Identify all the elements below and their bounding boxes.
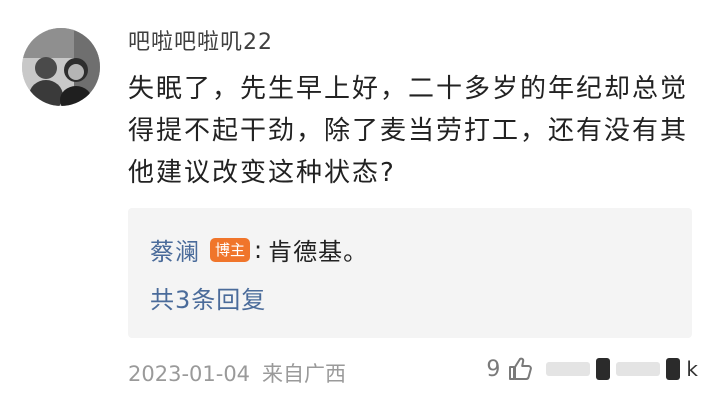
thumbs-up-icon[interactable] — [506, 355, 534, 383]
reply-preview[interactable]: 蔡澜 博主 : 肯德基。 共3条回复 — [128, 208, 692, 338]
top-reply: 蔡澜 博主 : 肯德基。 — [150, 232, 368, 267]
comment-card: 吧啦吧啦叽22 失眠了，先生早上好，二十多岁的年纪却总觉得提不起干劲，除了麦当劳… — [0, 0, 720, 400]
avatar[interactable] — [22, 28, 100, 106]
watermark: k — [546, 357, 698, 381]
watermark-text: k — [686, 357, 698, 381]
avatar-image — [22, 28, 100, 106]
comment-actions: 9 k — [486, 352, 698, 386]
watermark-block — [596, 358, 611, 380]
comment-location: 来自广西 — [262, 362, 347, 386]
watermark-block — [666, 358, 681, 380]
watermark-block — [546, 362, 591, 376]
comment-date: 2023-01-04 — [128, 362, 251, 386]
view-replies-link[interactable]: 共3条回复 — [150, 280, 266, 315]
watermark-block — [616, 362, 661, 376]
like-count: 9 — [486, 356, 501, 382]
reply-author[interactable]: 蔡澜 — [150, 232, 200, 267]
blogger-badge: 博主 — [210, 237, 251, 262]
reply-content: 肯德基。 — [268, 238, 369, 266]
comment-text: 失眠了，先生早上好，二十多岁的年纪却总觉得提不起干劲，除了麦当劳打工，还有没有其… — [128, 74, 689, 188]
comment-meta: 2023-01-04 来自广西 — [128, 358, 346, 388]
reply-separator: : — [254, 235, 263, 264]
username[interactable]: 吧啦吧啦叽22 — [128, 24, 273, 56]
